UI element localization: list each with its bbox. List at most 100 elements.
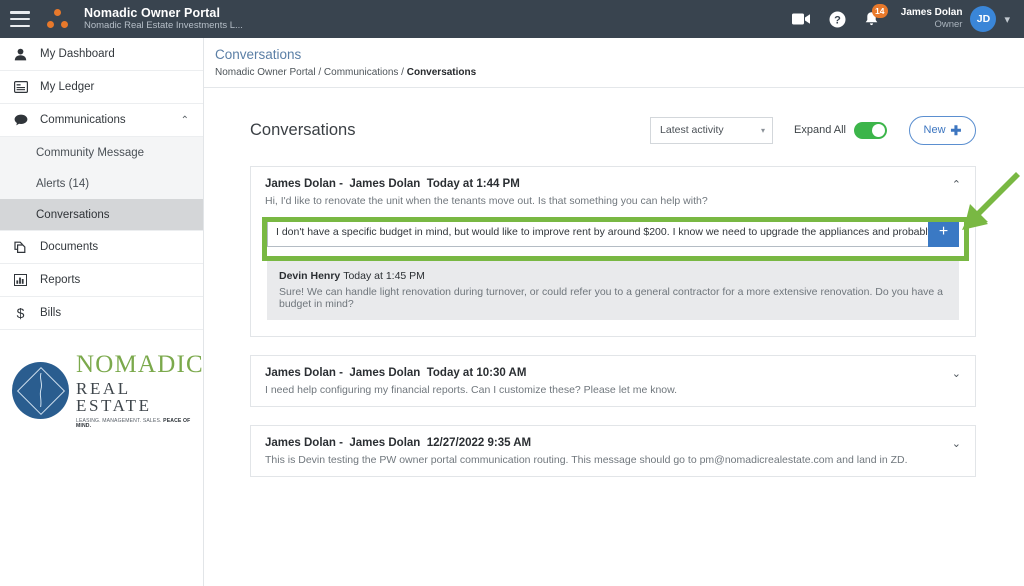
conversation-preview: I need help configuring my financial rep… [265,384,961,396]
expand-all-label: Expand All [794,124,846,136]
message-composer: I don't have a specific budget in mind, … [251,217,975,261]
sidebar-item-community-message[interactable]: Community Message [0,137,203,168]
sidebar-item-label: My Ledger [40,81,189,93]
logo-line-2: REAL ESTATE [76,380,204,414]
chat-bubble-icon [14,114,40,126]
nomadic-seal-icon [12,362,69,419]
conversation-time: Today at 1:44 PM [427,178,520,190]
sidebar-item-communications[interactable]: Communications ⌃ [0,104,203,137]
expand-all-control: Expand All [794,122,887,139]
user-name: James Dolan [901,7,963,19]
svg-text:$: $ [17,306,25,320]
sidebar-subitem-label: Conversations [36,209,110,221]
sidebar-item-documents[interactable]: Documents [0,231,203,264]
user-menu[interactable]: James Dolan Owner JD ▾ [901,6,1010,32]
main-content: Conversations Nomadic Owner Portal / Com… [204,38,1024,586]
conversation-time: 12/27/2022 9:35 AM [427,437,531,449]
conversations-page: Conversations Latest activity ▾ Expand A… [204,88,1024,586]
chevron-up-icon[interactable]: ⌃ [181,115,189,126]
sidebar-item-alerts[interactable]: Alerts (14) [0,168,203,199]
avatar[interactable]: JD [970,6,996,32]
notification-badge: 14 [872,4,888,18]
brand-block: Nomadic Owner Portal Nomadic Real Estate… [84,6,243,32]
app-root: Nomadic Owner Portal Nomadic Real Estate… [0,0,1024,586]
user-names: James Dolan Owner [901,7,963,30]
sidebar-item-conversations[interactable]: Conversations [0,199,203,230]
nomadic-dots-logo-icon [44,8,72,30]
seal-river-line [38,373,44,407]
conversation-sender: James Dolan - [265,367,343,379]
chevron-up-icon[interactable]: ⌃ [942,178,961,191]
nomadic-real-estate-logo: NOMADIC REAL ESTATE LEASING. MANAGEMENT.… [0,330,203,429]
breadcrumb-path-current: Conversations [407,67,476,78]
logo-tagline: LEASING. MANAGEMENT. SALES. PEACE OF MIN… [76,419,204,429]
chevron-down-icon[interactable]: ⌄ [942,367,961,380]
sidebar-item-my-ledger[interactable]: My Ledger [0,71,203,104]
sidebar-item-label: Bills [40,307,189,319]
chevron-down-icon[interactable]: ⌄ [942,437,961,450]
message-author-line: Devin Henry Today at 1:45 PM [279,270,947,282]
sidebar-item-bills[interactable]: $ Bills [0,297,203,330]
breadcrumb-path-prefix[interactable]: Nomadic Owner Portal / Communications / [215,67,407,78]
toggle-knob [872,124,885,137]
conversation-recipient: James Dolan [349,367,420,379]
brand-subtitle: Nomadic Real Estate Investments L... [84,21,243,32]
sort-select[interactable]: Latest activity ▾ [650,117,773,144]
user-icon [14,48,40,61]
user-role: Owner [934,19,962,30]
conversation-recipient: James Dolan [349,178,420,190]
message-input[interactable]: I don't have a specific budget in mind, … [267,217,928,247]
conversation-title: James Dolan - James Dolan 12/27/2022 9:3… [265,437,942,449]
conversation-title-line: James Dolan - James Dolan 12/27/2022 9:3… [265,437,961,450]
logo-wordmark: NOMADIC REAL ESTATE LEASING. MANAGEMENT.… [76,352,204,429]
dollar-icon: $ [14,306,40,320]
send-message-button[interactable]: + [928,217,959,247]
notifications-icon[interactable]: 14 [864,11,879,27]
conversation-preview: Hi, I'd like to renovate the unit when t… [265,195,961,207]
conversation-title-line: James Dolan - James Dolan Today at 1:44 … [265,178,961,191]
expand-all-toggle[interactable] [854,122,887,139]
conversation-card[interactable]: James Dolan - James Dolan 12/27/2022 9:3… [250,425,976,477]
conversation-title-line: James Dolan - James Dolan Today at 10:30… [265,367,961,380]
conversation-card[interactable]: James Dolan - James Dolan Today at 1:44 … [250,166,976,337]
conversations-toolbar: Conversations Latest activity ▾ Expand A… [250,116,976,145]
video-camera-icon[interactable] [792,12,811,26]
sidebar-item-label: My Dashboard [40,48,189,60]
header-icon-group: ? 14 [792,11,879,28]
conversation-header[interactable]: James Dolan - James Dolan 12/27/2022 9:3… [251,426,975,476]
conversation-card[interactable]: James Dolan - James Dolan Today at 10:30… [250,355,976,407]
communications-submenu: Community Message Alerts (14) Conversati… [0,137,203,231]
sort-select-value: Latest activity [660,124,761,136]
logo-line-1: NOMADIC [76,352,204,377]
sidebar-item-label: Communications [40,114,181,126]
breadcrumb-title[interactable]: Conversations [215,46,1024,64]
hamburger-menu-icon[interactable] [10,11,30,27]
sidebar-item-label: Documents [40,241,189,253]
breadcrumb-path: Nomadic Owner Portal / Communications / … [215,67,1024,78]
ledger-icon [14,81,40,93]
new-conversation-button[interactable]: New ✚ [909,116,976,145]
sidebar-subitem-label: Community Message [36,147,144,159]
chevron-down-icon[interactable]: ▾ [1004,13,1010,26]
body-container: My Dashboard My Ledger Communications ⌃ … [0,38,1024,586]
sidebar-item-my-dashboard[interactable]: My Dashboard [0,38,203,71]
sidebar-subitem-label: Alerts (14) [36,178,89,190]
sidebar-item-label: Reports [40,274,189,286]
conversation-title: James Dolan - James Dolan Today at 10:30… [265,367,942,379]
conversation-recipient: James Dolan [349,437,420,449]
sidebar-item-reports[interactable]: Reports [0,264,203,297]
conversation-header[interactable]: James Dolan - James Dolan Today at 10:30… [251,356,975,406]
page-title: Conversations [250,121,650,140]
message-body: Sure! We can handle light renovation dur… [279,286,947,310]
conversation-title: James Dolan - James Dolan Today at 1:44 … [265,178,942,190]
help-icon[interactable]: ? [829,11,846,28]
sidebar: My Dashboard My Ledger Communications ⌃ … [0,38,204,586]
message-time: Today at 1:45 PM [343,270,425,282]
top-header-bar: Nomadic Owner Portal Nomadic Real Estate… [0,0,1024,38]
conversation-header[interactable]: James Dolan - James Dolan Today at 1:44 … [251,167,975,217]
brand-title: Nomadic Owner Portal [84,6,243,20]
plus-icon: ✚ [951,124,962,137]
breadcrumb: Conversations Nomadic Owner Portal / Com… [204,38,1024,88]
conversation-sender: James Dolan - [265,437,343,449]
bar-chart-icon [14,274,40,286]
